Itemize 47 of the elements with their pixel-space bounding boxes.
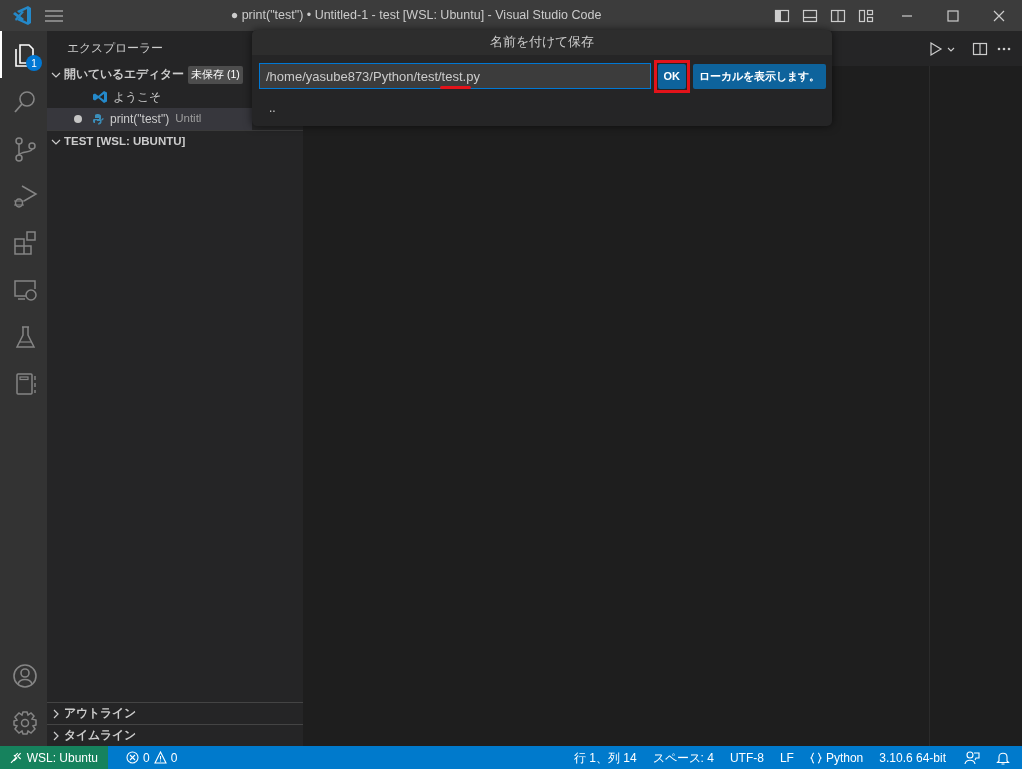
run-debug-icon [11,182,38,209]
open-editor-item[interactable]: print("test") Untitl [47,108,252,130]
status-item[interactable]: UTF-8 [721,748,772,767]
extensions-icon [11,229,38,256]
sidebar-title: エクスプローラー [66,39,164,57]
status-item[interactable]: 3.10.6 64-bit [871,748,954,767]
app-logo-icon [92,89,108,105]
braces-icon [809,751,822,764]
open-editor-item[interactable]: ようこそ [47,86,252,108]
warning-icon [153,751,167,764]
settings-icon [11,709,38,736]
file-name: print("test") [110,111,170,128]
close-icon [993,9,1005,22]
run-icon[interactable] [928,40,944,57]
status-item[interactable]: スペース: 4 [644,748,722,767]
ok-button[interactable]: OK [657,63,686,89]
problems-indicator[interactable]: 0 0 [118,748,186,767]
split-layout-icon[interactable] [830,7,846,24]
file-list-item[interactable]: .. [269,99,832,117]
window-title: ● print("test") • Untitled-1 - test [WSL: Ubuntu] - Visual Studio Code [229,7,603,25]
status-item[interactable]: LF [771,748,802,767]
section-header[interactable]: アウトライン [64,704,136,723]
layout-grid-icon[interactable] [858,7,874,24]
section-header[interactable]: 開いているエディター [64,66,184,84]
maximize-icon [947,9,959,22]
feedback-icon[interactable] [964,749,980,766]
account-icon [11,662,38,689]
section-header[interactable]: タイムライン [64,726,136,745]
dialog-title: 名前を付けて保存 [252,30,832,55]
unsaved-badge: 未保存 (1) [188,66,243,84]
error-icon [126,751,139,764]
split-editor-icon[interactable] [972,40,988,57]
file-name: ようこそ [113,89,161,106]
file-description: Untitl [175,111,202,127]
count-badge: 1 [26,55,42,71]
language-indicator[interactable]: Python [801,748,872,767]
remote-icon [10,751,22,764]
status-item[interactable]: 行 1、列 14 [565,748,645,767]
panel-layout-icon[interactable] [802,7,818,24]
file-path-field[interactable]: /home/yasube873/Python/test/test.py [259,63,651,89]
sidebar-layout-icon[interactable] [774,7,790,24]
menu-icon[interactable] [44,8,64,23]
python-icon [92,113,104,125]
remote-indicator[interactable]: WSL: Ubuntu [0,746,108,769]
show-local-button[interactable]: ローカルを表示します。 [693,63,826,89]
search-icon [11,88,38,115]
folder-header[interactable]: TEST [WSL: UBUNTU] [64,132,186,151]
